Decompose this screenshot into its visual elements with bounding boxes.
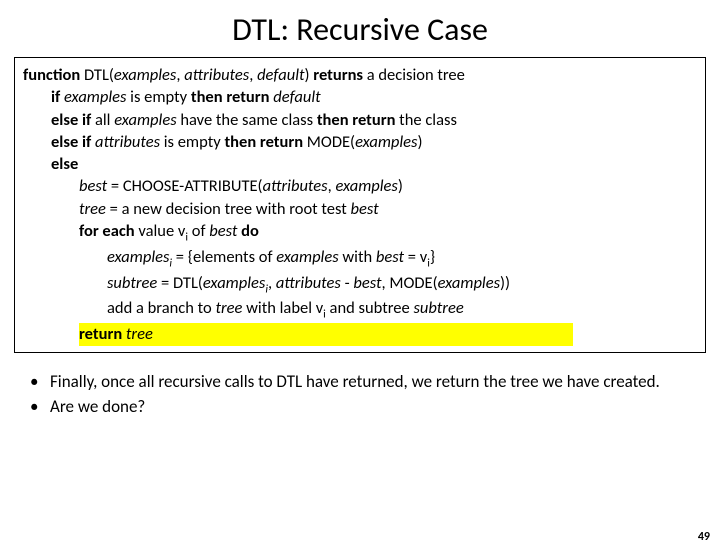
code-line: tree = a new decision tree with root tes… <box>23 198 697 220</box>
code-line: else if attributes is empty then return … <box>23 131 697 153</box>
code-line: examplesi = {elements of examples with b… <box>23 246 697 272</box>
code-line: function DTL(examples, attributes, defau… <box>23 64 697 86</box>
code-line: subtree = DTL(examplesi, attributes - be… <box>23 272 697 298</box>
bullet-text: Are we done? <box>50 396 145 419</box>
bullet-text: Finally, once all recursive calls to DTL… <box>50 371 660 394</box>
bullet-dot: • <box>30 396 50 419</box>
pseudocode-box: function DTL(examples, attributes, defau… <box>14 57 706 353</box>
code-line: else if all examples have the same class… <box>23 109 697 131</box>
slide-title: DTL: Recursive Case <box>0 10 720 49</box>
page-number: 49 <box>698 530 710 544</box>
bullet-item: • Are we done? <box>30 396 690 419</box>
bullet-list: • Finally, once all recursive calls to D… <box>30 371 690 419</box>
bullet-dot: • <box>30 371 50 394</box>
code-line: add a branch to tree with label vi and s… <box>23 297 697 323</box>
code-line: for each value vi of best do <box>23 220 697 246</box>
code-line: best = CHOOSE-ATTRIBUTE(attributes, exam… <box>23 175 697 197</box>
bullet-item: • Finally, once all recursive calls to D… <box>30 371 690 394</box>
code-line: if examples is empty then return default <box>23 86 697 108</box>
code-line-highlighted: return tree <box>23 323 697 345</box>
code-line: else <box>23 153 697 175</box>
